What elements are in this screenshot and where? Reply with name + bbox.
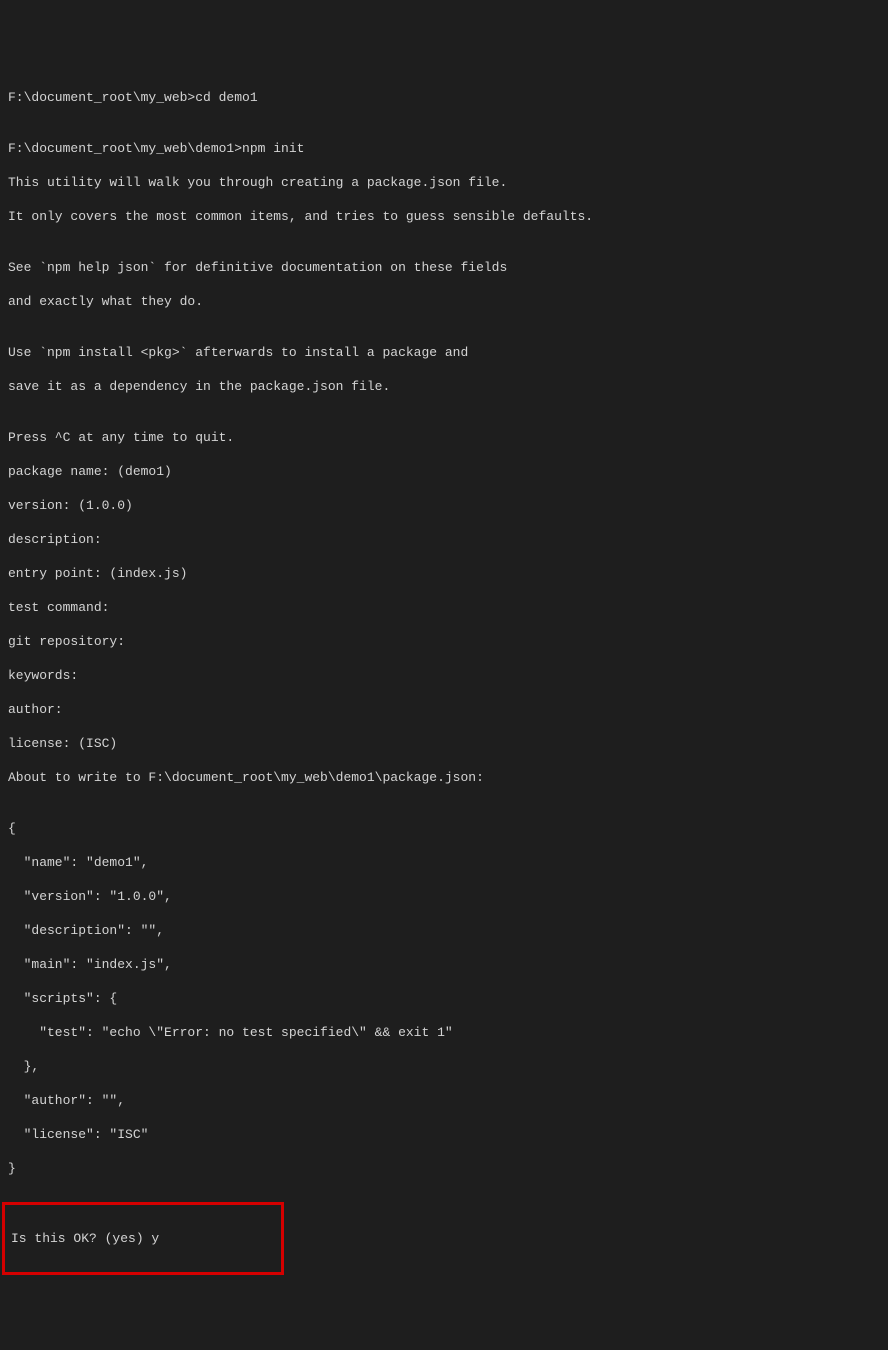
json-line: "license": "ISC" (8, 1126, 880, 1143)
json-line: "scripts": { (8, 990, 880, 1007)
prompt-line: F:\document_root\my_web>cd demo1 (8, 89, 880, 106)
prompt-field: test command: (8, 599, 880, 616)
prompt-field: license: (ISC) (8, 735, 880, 752)
output-line: Press ^C at any time to quit. (8, 429, 880, 446)
output-line: It only covers the most common items, an… (8, 208, 880, 225)
prompt-field: git repository: (8, 633, 880, 650)
prompt-field: author: (8, 701, 880, 718)
json-line: "version": "1.0.0", (8, 888, 880, 905)
json-line: "main": "index.js", (8, 956, 880, 973)
json-line: { (8, 820, 880, 837)
prompt-field: package name: (demo1) (8, 463, 880, 480)
output-line: save it as a dependency in the package.j… (8, 378, 880, 395)
json-line: } (8, 1160, 880, 1177)
json-line: }, (8, 1058, 880, 1075)
json-line: "author": "", (8, 1092, 880, 1109)
output-line: This utility will walk you through creat… (8, 174, 880, 191)
output-line: Use `npm install <pkg>` afterwards to in… (8, 344, 880, 361)
terminal-content[interactable]: F:\document_root\my_web>cd demo1 F:\docu… (8, 72, 880, 1292)
output-line: and exactly what they do. (8, 293, 880, 310)
prompt-field: version: (1.0.0) (8, 497, 880, 514)
json-line: "test": "echo \"Error: no test specified… (8, 1024, 880, 1041)
output-line: See `npm help json` for definitive docum… (8, 259, 880, 276)
prompt-field: description: (8, 531, 880, 548)
confirm-prompt[interactable]: Is this OK? (yes) y (11, 1230, 275, 1247)
json-line: "name": "demo1", (8, 854, 880, 871)
highlight-annotation: Is this OK? (yes) y (2, 1202, 284, 1275)
prompt-field: entry point: (index.js) (8, 565, 880, 582)
prompt-field: keywords: (8, 667, 880, 684)
prompt-line: F:\document_root\my_web\demo1>npm init (8, 140, 880, 157)
output-line: About to write to F:\document_root\my_we… (8, 769, 880, 786)
json-line: "description": "", (8, 922, 880, 939)
